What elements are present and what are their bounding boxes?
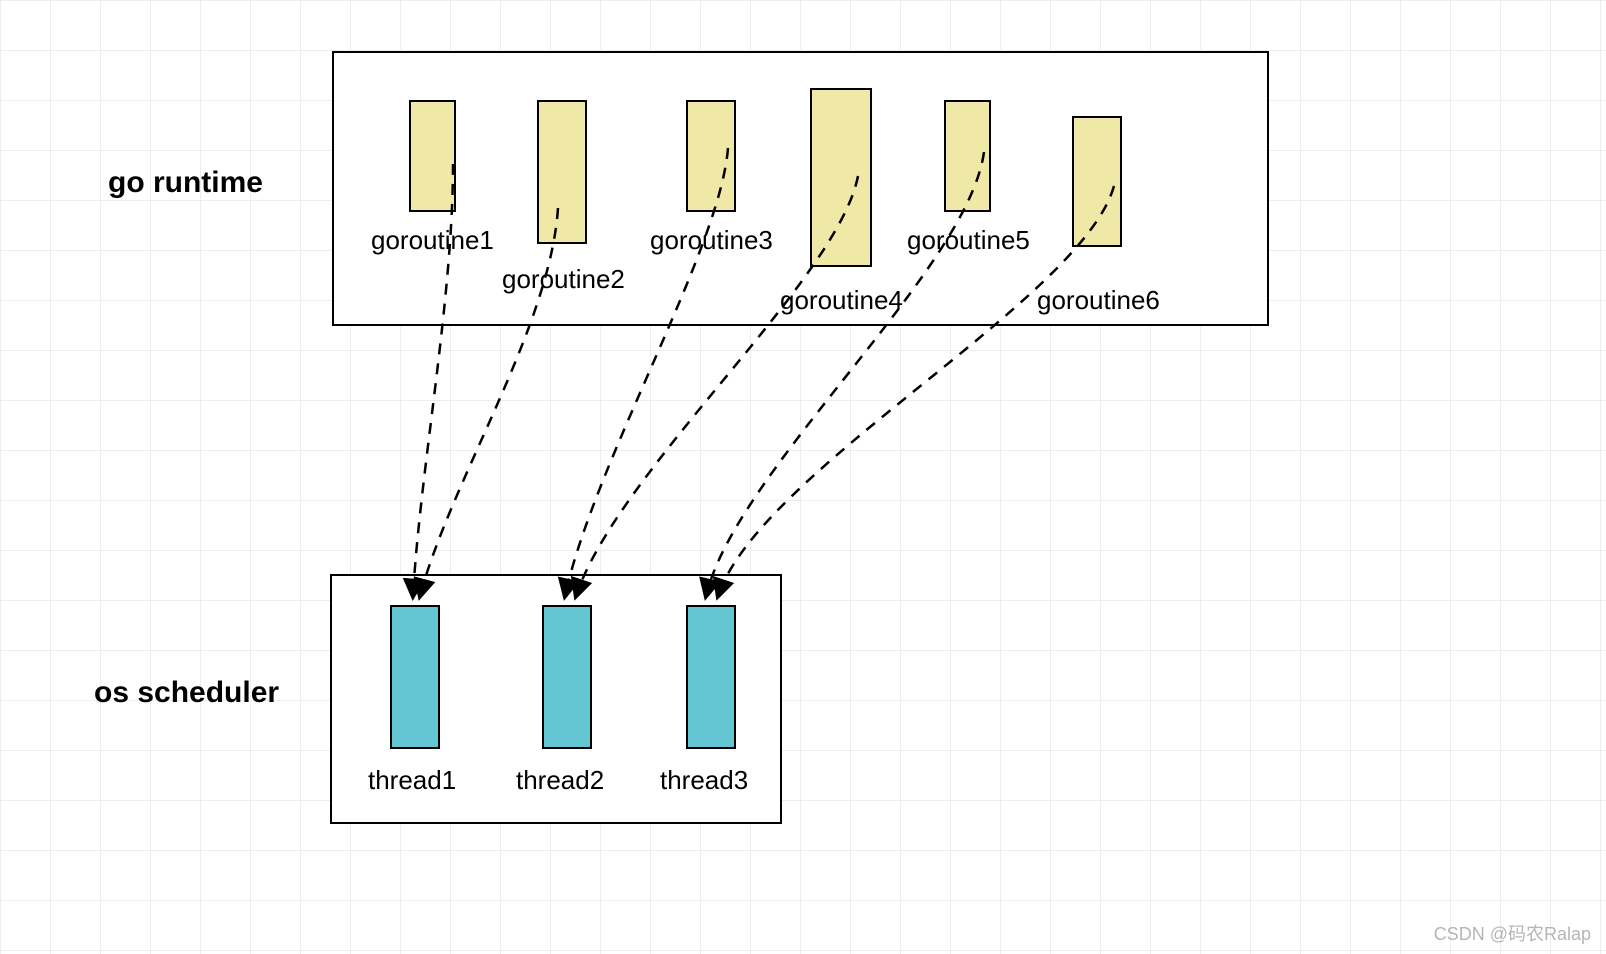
goroutine4-box bbox=[810, 88, 872, 267]
runtime-label: go runtime bbox=[108, 166, 263, 200]
goroutine2-label: goroutine2 bbox=[502, 264, 625, 295]
thread3-box bbox=[686, 605, 736, 749]
goroutine1-label: goroutine1 bbox=[371, 225, 494, 256]
goroutine5-box bbox=[944, 100, 991, 212]
goroutine6-label: goroutine6 bbox=[1037, 285, 1160, 316]
goroutine6-box bbox=[1072, 116, 1122, 247]
thread1-label: thread1 bbox=[368, 765, 456, 796]
goroutine2-box bbox=[537, 100, 587, 244]
goroutine5-label: goroutine5 bbox=[907, 225, 1030, 256]
thread3-label: thread3 bbox=[660, 765, 748, 796]
thread1-box bbox=[390, 605, 440, 749]
goroutine1-box bbox=[409, 100, 456, 212]
goroutine3-label: goroutine3 bbox=[650, 225, 773, 256]
watermark: CSDN @码农Ralap bbox=[1434, 920, 1591, 946]
goroutine4-label: goroutine4 bbox=[780, 285, 903, 316]
scheduler-label: os scheduler bbox=[94, 676, 279, 710]
diagram-canvas: go runtime os scheduler goroutine1 gorou… bbox=[0, 0, 1606, 954]
thread2-box bbox=[542, 605, 592, 749]
goroutine3-box bbox=[686, 100, 736, 212]
thread2-label: thread2 bbox=[516, 765, 604, 796]
